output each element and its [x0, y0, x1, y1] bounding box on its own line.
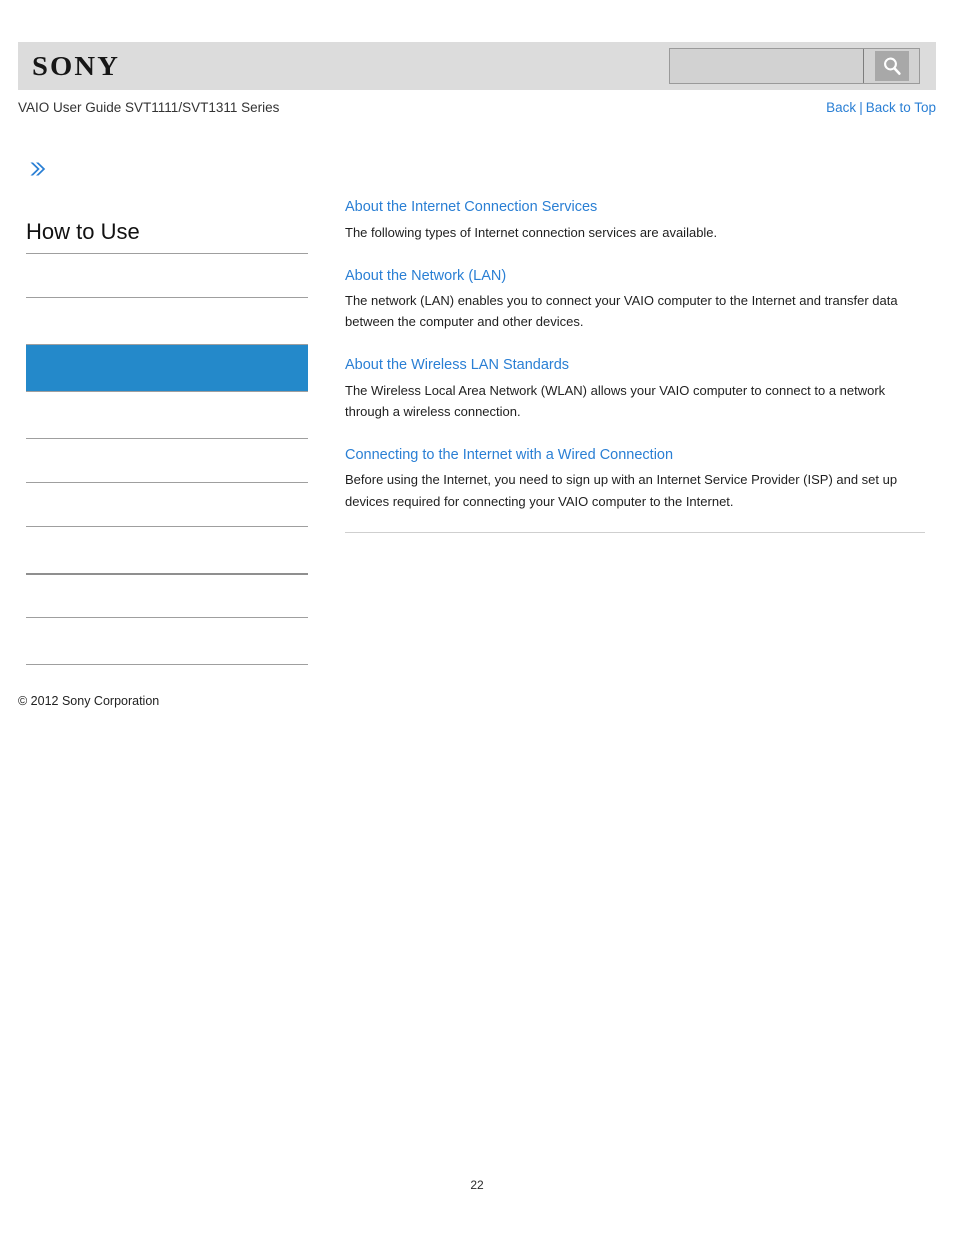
sidebar-bottom-rule	[26, 664, 308, 665]
page-number: 22	[470, 1178, 484, 1192]
topic-link[interactable]: Connecting to the Internet with a Wired …	[345, 446, 925, 466]
topic-description: The Wireless Local Area Network (WLAN) a…	[345, 382, 886, 419]
sidebar-item-2[interactable]	[26, 297, 308, 344]
double-chevron-right-icon[interactable]	[26, 158, 48, 180]
guide-title: VAIO User Guide SVT1111/SVT1311 Series	[18, 100, 280, 115]
page-title: How to Use	[26, 219, 140, 244]
sidebar-item-4[interactable]	[26, 391, 308, 438]
topic-link[interactable]: About the Network (LAN)	[345, 267, 925, 287]
back-to-top-link[interactable]: Back to Top	[866, 100, 936, 115]
topic-description: Before using the Internet, you need to s…	[345, 472, 898, 509]
header-nav-links: Back | Back to Top	[826, 100, 936, 115]
topic-description: The network (LAN) enables you to connect…	[345, 293, 898, 330]
nav-separator: |	[859, 100, 863, 115]
search-input[interactable]	[670, 49, 863, 83]
topic-item: About the Internet Connection Services T…	[345, 198, 925, 243]
sub-header: VAIO User Guide SVT1111/SVT1311 Series B…	[18, 100, 936, 122]
sidebar-item-8[interactable]	[26, 573, 308, 617]
search-box	[669, 48, 920, 84]
sidebar-item-6[interactable]	[26, 482, 308, 526]
sidebar-item-5[interactable]	[26, 438, 308, 482]
search-icon	[874, 51, 909, 81]
sidebar-nav-list	[26, 253, 308, 665]
search-button[interactable]	[863, 49, 919, 83]
sidebar-item-1[interactable]	[26, 253, 308, 297]
sidebar-item-3-selected[interactable]	[26, 344, 308, 391]
back-link[interactable]: Back	[826, 100, 856, 115]
masthead: SONY	[18, 42, 936, 90]
content-bottom-rule	[345, 531, 925, 533]
topic-link[interactable]: About the Internet Connection Services	[345, 198, 925, 218]
sidebar-item-9[interactable]	[26, 617, 308, 664]
sony-logo: SONY	[32, 50, 120, 81]
topic-item: About the Network (LAN) The network (LAN…	[345, 267, 925, 333]
sidebar-item-7[interactable]	[26, 526, 308, 573]
topic-item: About the Wireless LAN Standards The Wir…	[345, 356, 925, 422]
copyright-notice: © 2012 Sony Corporation	[18, 694, 160, 708]
page-root: SONY VAIO User Guide SVT1111/SVT1311 Ser…	[0, 0, 954, 1235]
main-content: About the Internet Connection Services T…	[345, 198, 925, 533]
topic-link[interactable]: About the Wireless LAN Standards	[345, 356, 925, 376]
topic-description: The following types of Internet connecti…	[345, 224, 718, 240]
topic-item: Connecting to the Internet with a Wired …	[345, 446, 925, 512]
